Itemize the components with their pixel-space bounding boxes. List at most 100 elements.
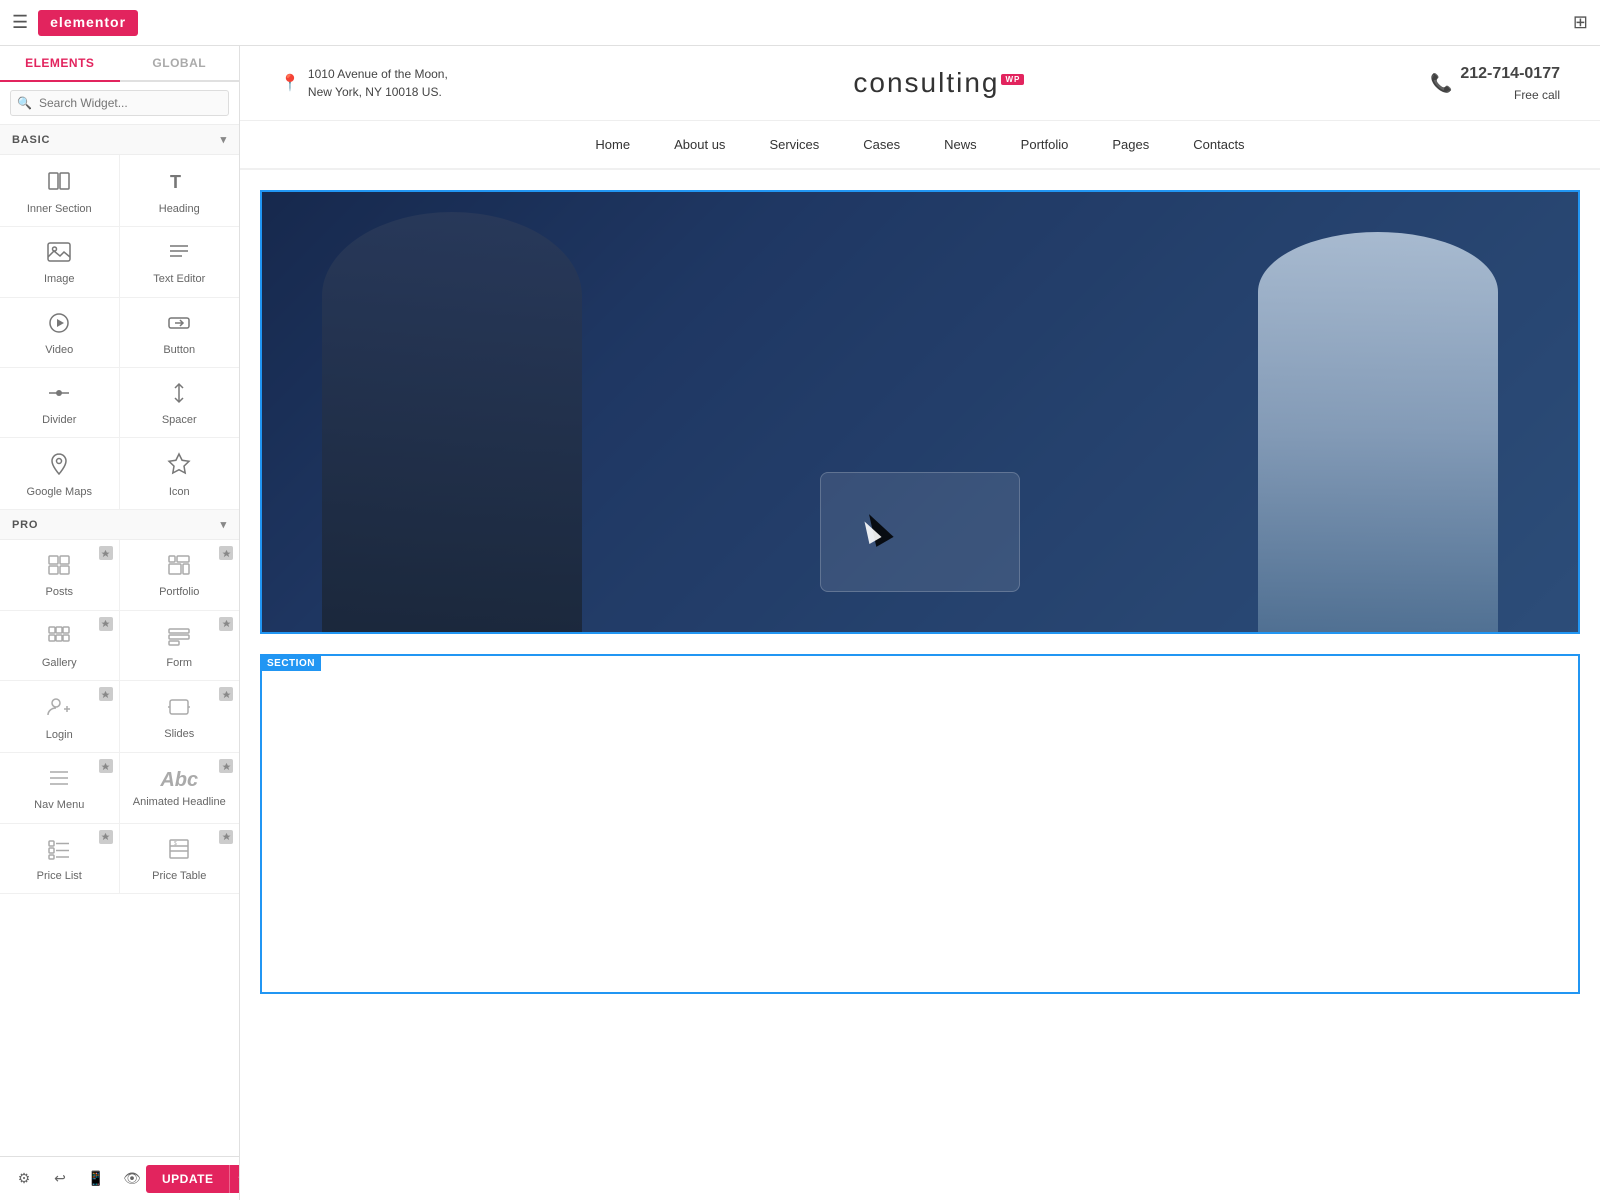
spacer-icon (167, 382, 191, 408)
widget-google-maps[interactable]: Google Maps (0, 438, 120, 510)
widget-label-nav-menu: Nav Menu (34, 798, 84, 812)
address-value: 1010 Avenue of the Moon, New York, NY 10… (308, 67, 448, 99)
icon-icon (167, 452, 191, 480)
widget-portfolio[interactable]: Portfolio (120, 540, 240, 610)
search-icon: 🔍 (17, 96, 32, 110)
price-list-icon (47, 838, 71, 864)
widget-text-editor[interactable]: Text Editor (120, 227, 240, 297)
elementor-logo[interactable]: elementor (38, 10, 138, 36)
nav-services[interactable]: Services (747, 121, 841, 168)
heading-icon: T (167, 169, 191, 197)
laptop-hint (820, 472, 1020, 592)
update-arrow-button[interactable]: ▾ (229, 1165, 240, 1193)
widget-slides[interactable]: Slides (120, 681, 240, 753)
widget-gallery[interactable]: Gallery (0, 611, 120, 681)
bottom-toolbar-left: ⚙ ↩ 📱 👁 (10, 1165, 146, 1193)
bottom-toolbar: ⚙ ↩ 📱 👁 UPDATE ▾ (0, 1156, 239, 1200)
empty-section-indicator: Section (261, 656, 321, 671)
tab-global[interactable]: GLOBAL (120, 46, 240, 80)
search-input[interactable] (10, 90, 229, 116)
basic-widget-grid: Inner Section T Heading (0, 155, 239, 510)
widget-price-table[interactable]: $ Price Table (120, 824, 240, 894)
pro-badge-posts (99, 546, 113, 560)
empty-section[interactable]: Section (260, 654, 1580, 994)
address-text: 1010 Avenue of the Moon, New York, NY 10… (308, 65, 448, 101)
button-icon (167, 312, 191, 338)
pro-badge-login (99, 687, 113, 701)
canvas-area: 📍 1010 Avenue of the Moon, New York, NY … (240, 46, 1600, 1200)
settings-bottom-icon[interactable]: ⚙ (10, 1165, 38, 1193)
widget-label-slides: Slides (164, 727, 194, 741)
site-nav: Home About us Services Cases News Portfo… (240, 121, 1600, 170)
grid-icon[interactable]: ⊞ (1573, 12, 1588, 33)
price-table-icon: $ (167, 838, 191, 864)
widget-label-google-maps: Google Maps (27, 485, 92, 499)
widget-spacer[interactable]: Spacer (120, 368, 240, 438)
widget-label-button: Button (163, 343, 195, 357)
widget-heading[interactable]: T Heading (120, 155, 240, 227)
history-icon[interactable]: ↩ (46, 1165, 74, 1193)
widget-label-portfolio: Portfolio (159, 585, 199, 599)
responsive-icon[interactable]: 📱 (82, 1165, 110, 1193)
widget-posts[interactable]: Posts (0, 540, 120, 610)
map-icon (47, 452, 71, 480)
website-preview: 📍 1010 Avenue of the Moon, New York, NY … (240, 46, 1600, 1200)
main-layout: ELEMENTS GLOBAL 🔍 BASIC ▾ (0, 46, 1600, 1200)
nav-about-us[interactable]: About us (652, 121, 747, 168)
pin-icon: 📍 (280, 73, 300, 93)
pro-badge-portfolio (219, 546, 233, 560)
widget-animated-headline[interactable]: Abc Animated Headline (120, 753, 240, 823)
image-icon (47, 241, 71, 267)
nav-news[interactable]: News (922, 121, 999, 168)
update-button[interactable]: UPDATE (146, 1165, 229, 1193)
preview-icon[interactable]: 👁 (118, 1165, 146, 1193)
widget-nav-menu[interactable]: Nav Menu (0, 753, 120, 823)
widget-label-image: Image (44, 272, 75, 286)
widget-icon[interactable]: Icon (120, 438, 240, 510)
text-editor-icon (167, 241, 191, 267)
phone-icon: 📞 (1430, 73, 1452, 94)
sidebar-search: 🔍 (0, 82, 239, 125)
video-icon (47, 312, 71, 338)
widget-label-text-editor: Text Editor (153, 272, 205, 286)
hero-background (262, 192, 1578, 632)
widget-inner-section[interactable]: Inner Section (0, 155, 120, 227)
nav-cases[interactable]: Cases (841, 121, 922, 168)
hero-section[interactable]: Section (260, 190, 1580, 634)
update-group: UPDATE ▾ (146, 1165, 240, 1193)
widget-label-price-table: Price Table (152, 869, 206, 883)
section-header-basic[interactable]: BASIC ▾ (0, 125, 239, 155)
site-header: 📍 1010 Avenue of the Moon, New York, NY … (240, 46, 1600, 121)
hamburger-icon[interactable]: ☰ (12, 12, 28, 33)
section-header-pro[interactable]: PRO ▾ (0, 510, 239, 540)
widget-login[interactable]: Login (0, 681, 120, 753)
tab-elements[interactable]: ELEMENTS (0, 46, 120, 82)
top-bar: ☰ elementor ⊞ (0, 0, 1600, 46)
widget-form[interactable]: Form (120, 611, 240, 681)
widget-button[interactable]: Button (120, 298, 240, 368)
nav-pages[interactable]: Pages (1090, 121, 1171, 168)
widget-video[interactable]: Video (0, 298, 120, 368)
widget-label-gallery: Gallery (42, 656, 77, 670)
top-bar-left: ☰ elementor (12, 10, 138, 36)
inner-section-icon (47, 169, 71, 197)
login-icon (47, 695, 71, 723)
svg-text:T: T (170, 172, 181, 192)
nav-home[interactable]: Home (573, 121, 652, 168)
phone-label: Free call (1460, 86, 1560, 104)
pro-badge-form (219, 617, 233, 631)
site-phone: 📞 212-714-0177 Free call (1430, 62, 1560, 104)
widget-image[interactable]: Image (0, 227, 120, 297)
widget-label-price-list: Price List (37, 869, 82, 883)
nav-portfolio[interactable]: Portfolio (999, 121, 1091, 168)
logo-text: elementor (50, 14, 126, 30)
site-address: 📍 1010 Avenue of the Moon, New York, NY … (280, 65, 448, 101)
widget-label-divider: Divider (42, 413, 76, 427)
widget-price-list[interactable]: Price List (0, 824, 120, 894)
sidebar-tabs: ELEMENTS GLOBAL (0, 46, 239, 82)
pro-widget-grid: Posts Portfolio (0, 540, 239, 893)
widget-divider[interactable]: Divider (0, 368, 120, 438)
widget-label-animated-headline: Animated Headline (133, 795, 226, 809)
nav-contacts[interactable]: Contacts (1171, 121, 1266, 168)
abc-icon: Abc (160, 770, 198, 790)
